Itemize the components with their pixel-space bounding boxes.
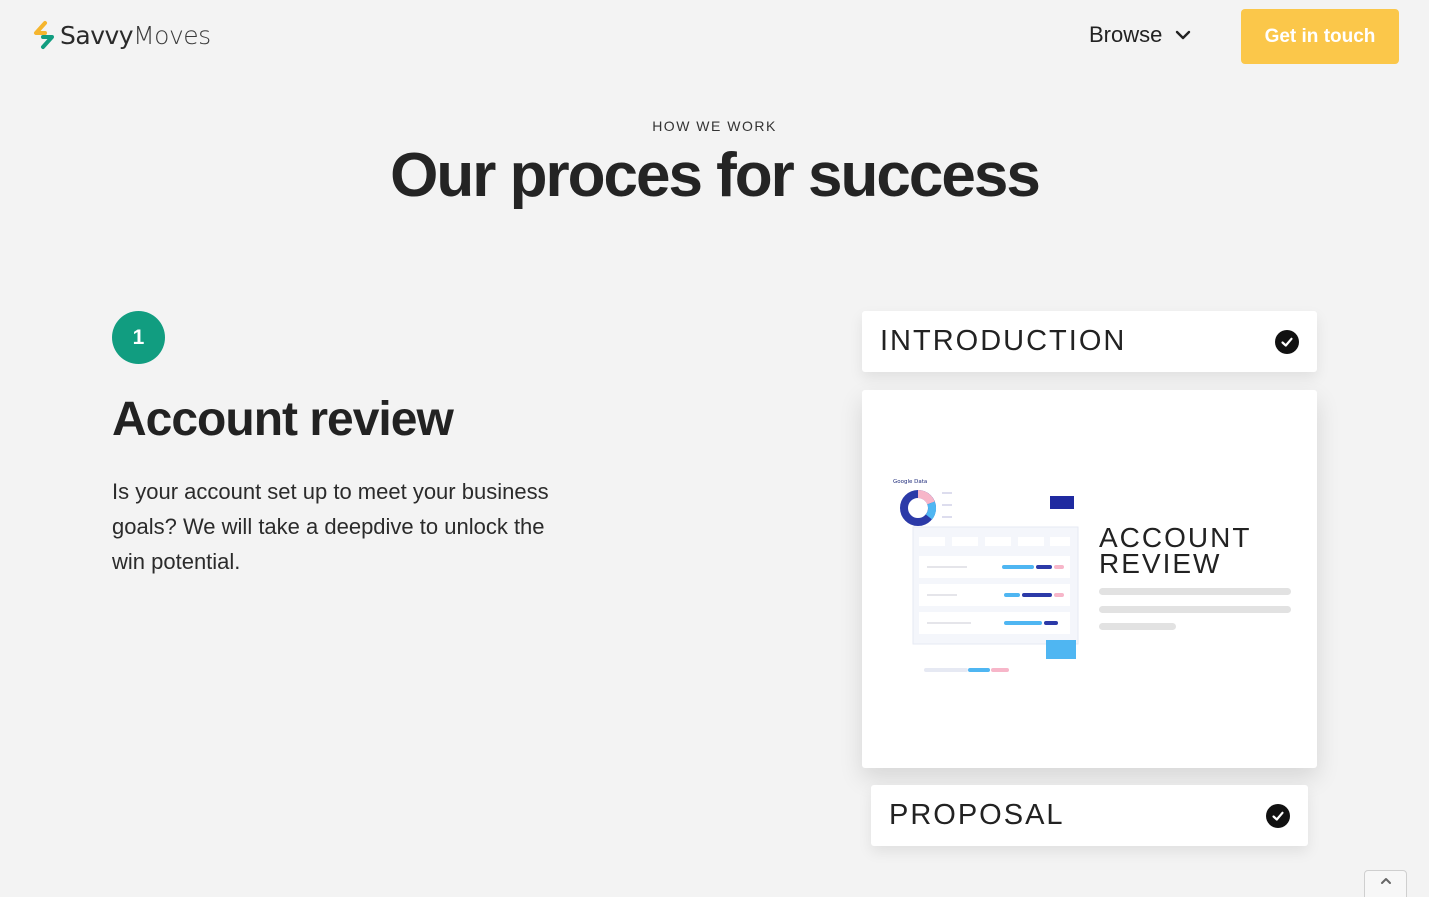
- placeholder-line: [1099, 588, 1291, 595]
- logo-mark-icon: [34, 21, 54, 49]
- check-circle-icon: [1266, 803, 1290, 828]
- introduction-label: INTRODUCTION: [880, 325, 1127, 357]
- logo-primary: Savvy: [60, 20, 134, 50]
- proposal-label: PROPOSAL: [889, 799, 1065, 831]
- proposal-card[interactable]: PROPOSAL: [871, 785, 1308, 846]
- browse-label: Browse: [1089, 22, 1163, 47]
- get-in-touch-button[interactable]: Get in touch: [1241, 9, 1399, 64]
- section-eyebrow: HOW WE WORK: [652, 118, 777, 134]
- section-title: Our proces for success: [390, 141, 1041, 210]
- step-title: Account review: [112, 393, 454, 446]
- account-review-heading: ACCOUNT REVIEW: [1099, 524, 1251, 579]
- account-review-heading-line2: REVIEW: [1099, 548, 1222, 579]
- introduction-card[interactable]: INTRODUCTION: [862, 311, 1317, 372]
- dashboard-illustration: Google Data: [893, 479, 1079, 672]
- step-description: Is your account set up to meet your busi…: [112, 479, 549, 574]
- check-circle-icon: [1275, 329, 1299, 354]
- account-review-card: Google Data ACCOUNT REVIEW: [862, 390, 1317, 768]
- logo-secondary: Moves: [133, 20, 211, 50]
- browse-menu[interactable]: Browse: [1089, 22, 1192, 48]
- placeholder-line: [1099, 606, 1291, 613]
- placeholder-line: [1099, 623, 1176, 630]
- chevron-up-icon: [1380, 878, 1391, 884]
- step-number-badge: 1: [112, 311, 165, 364]
- scroll-to-top-button[interactable]: [1364, 870, 1407, 897]
- illustration-caption: Google Data: [893, 479, 927, 485]
- logo-text: SavvyMoves: [60, 21, 211, 50]
- chevron-down-icon: [1176, 30, 1191, 40]
- logo[interactable]: SavvyMoves: [32, 20, 211, 50]
